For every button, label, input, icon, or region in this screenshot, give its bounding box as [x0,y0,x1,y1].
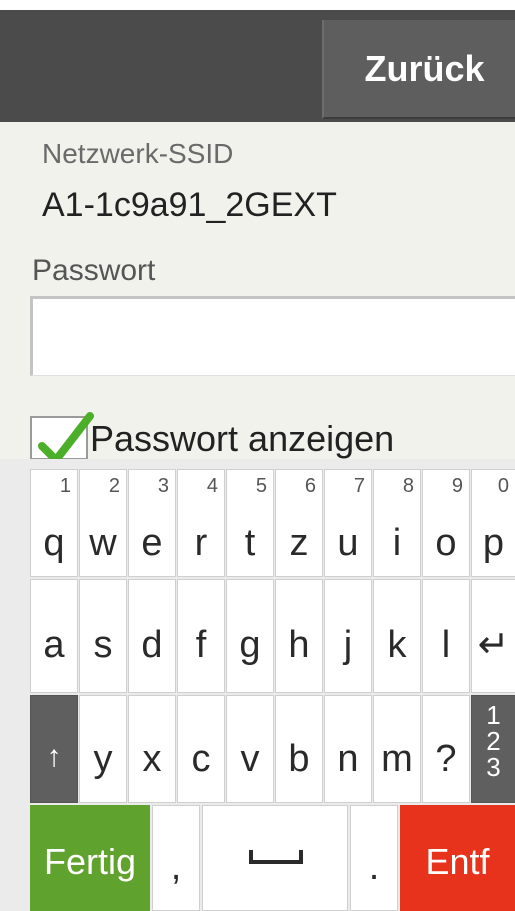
key-number: 9 [451,475,463,497]
key-label: l [441,624,451,666]
key-label: n [337,738,359,780]
key-o[interactable]: 9 o [422,469,470,577]
ssid-label: Netzwerk-SSID [42,138,234,169]
shift-key[interactable]: ↑ [30,695,78,803]
key-u[interactable]: 7 u [324,469,372,577]
key-g[interactable]: g [226,579,274,693]
key-label: a [43,624,65,666]
key-l[interactable]: l [422,579,470,693]
key-number: 4 [206,475,218,497]
key-number: 2 [108,475,120,497]
key-e[interactable]: 3 e [128,469,176,577]
key-label: i [392,522,402,564]
key-label: k [387,624,407,666]
period-key[interactable]: . [350,805,398,911]
onscreen-keyboard: 1 q 2 w 3 e 4 r 5 t 6 z 7 u 8 i 9 o 0 p … [0,459,515,911]
key-number: 7 [353,475,365,497]
key-label: r [194,522,208,564]
key-label: z [289,522,309,564]
key-label: w [89,522,117,564]
key-question[interactable]: ? [422,695,470,803]
key-label: v [240,738,260,780]
status-strip [0,0,515,10]
key-m[interactable]: m [373,695,421,803]
key-number: 1 [59,475,71,497]
back-button-label: Zurück [364,47,485,89]
key-label: p [482,522,505,564]
key-d[interactable]: d [128,579,176,693]
ssid-value: A1-1c9a91_2GEXT [42,186,337,224]
key-label: ? [435,738,457,780]
key-label: e [141,522,163,564]
password-label: Passwort [32,254,156,287]
show-password-row[interactable]: Passwort anzeigen [30,412,515,459]
key-t[interactable]: 5 t [226,469,274,577]
wifi-form: Netzwerk-SSID A1-1c9a91_2GEXT Passwort P… [0,122,515,459]
key-label: j [343,624,353,666]
key-label: u [337,522,359,564]
key-label: x [142,738,162,780]
key-a[interactable]: a [30,579,78,693]
enter-key[interactable]: ↵ [471,579,515,693]
key-label: d [141,624,163,666]
key-number: 6 [304,475,316,497]
key-h[interactable]: h [275,579,323,693]
key-n[interactable]: n [324,695,372,803]
numeric-toggle-digit: 3 [486,752,501,782]
app-header: Zurück [0,10,515,122]
key-label: , [170,846,182,888]
key-label: m [381,738,413,780]
key-q[interactable]: 1 q [30,469,78,577]
key-label: c [191,738,211,780]
shift-icon: ↑ [46,740,62,773]
key-label: o [435,522,457,564]
key-number: 0 [497,475,509,497]
key-s[interactable]: s [79,579,127,693]
numeric-toggle-digit: 1 [486,700,501,730]
key-y[interactable]: y [79,695,127,803]
comma-key[interactable]: , [152,805,200,911]
enter-icon: ↵ [477,624,510,666]
key-j[interactable]: j [324,579,372,693]
key-label: s [93,624,113,666]
key-b[interactable]: b [275,695,323,803]
numeric-toggle-digit: 2 [486,726,501,756]
key-f[interactable]: f [177,579,225,693]
key-v[interactable]: v [226,695,274,803]
key-k[interactable]: k [373,579,421,693]
done-key-label: Fertig [43,841,137,882]
key-label: b [288,738,310,780]
space-key[interactable] [202,805,348,911]
delete-key-label: Entf [425,841,490,882]
key-w[interactable]: 2 w [79,469,127,577]
space-bar-icon [249,850,303,864]
key-p[interactable]: 0 p [471,469,515,577]
done-key[interactable]: Fertig [30,805,150,911]
key-label: . [368,846,380,888]
key-label: f [195,624,207,666]
key-i[interactable]: 8 i [373,469,421,577]
numeric-toggle-key[interactable]: 1 2 3 [471,695,515,803]
key-r[interactable]: 4 r [177,469,225,577]
delete-key[interactable]: Entf [400,805,515,911]
key-label: y [93,738,113,780]
checkmark-icon [38,412,94,459]
key-z[interactable]: 6 z [275,469,323,577]
password-input[interactable] [30,296,515,376]
key-c[interactable]: c [177,695,225,803]
key-label: g [239,624,261,666]
key-number: 3 [157,475,169,497]
numeric-toggle-label: 1 2 3 [472,702,515,780]
key-number: 8 [402,475,414,497]
back-button[interactable]: Zurück [322,20,515,119]
key-label: h [288,624,310,666]
show-password-checkbox[interactable] [30,412,94,459]
key-x[interactable]: x [128,695,176,803]
show-password-label: Passwort anzeigen [90,418,395,459]
key-label: q [43,522,65,564]
key-label: t [244,522,256,564]
key-number: 5 [255,475,267,497]
